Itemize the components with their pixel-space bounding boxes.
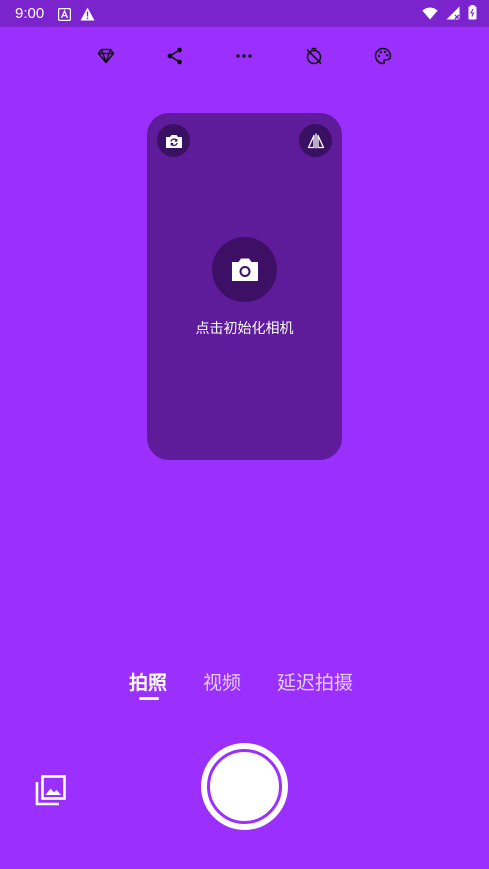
status-time: 9:00 — [15, 5, 45, 22]
mode-video[interactable]: 视频 — [203, 668, 241, 695]
gallery-icon[interactable] — [34, 774, 67, 807]
mirror-icon[interactable] — [299, 124, 332, 157]
timer-off-icon[interactable] — [303, 45, 325, 67]
mode-delay[interactable]: 延迟拍摄 — [277, 668, 353, 695]
diamond-icon[interactable] — [95, 45, 117, 67]
shutter-button[interactable] — [201, 743, 288, 830]
app-store-icon — [57, 6, 72, 25]
warning-icon — [80, 6, 95, 25]
wifi-icon — [422, 5, 438, 24]
signal-icon — [446, 5, 460, 24]
init-camera-button[interactable] — [212, 237, 277, 302]
status-bar: 9:00 — [0, 0, 489, 27]
shutter-inner — [207, 749, 282, 824]
palette-icon[interactable] — [372, 45, 394, 67]
mode-photo[interactable]: 拍照 — [129, 668, 167, 695]
more-icon[interactable] — [233, 45, 255, 67]
battery-icon — [468, 5, 477, 24]
flip-camera-icon[interactable] — [157, 124, 190, 157]
top-toolbar — [0, 45, 489, 67]
init-camera-label: 点击初始化相机 — [195, 321, 294, 337]
active-mode-indicator — [139, 697, 159, 700]
camera-preview[interactable]: 点击初始化相机 — [147, 113, 342, 460]
mode-selector: 拍照 视频 延迟拍摄 — [0, 668, 489, 708]
share-icon[interactable] — [164, 45, 186, 67]
